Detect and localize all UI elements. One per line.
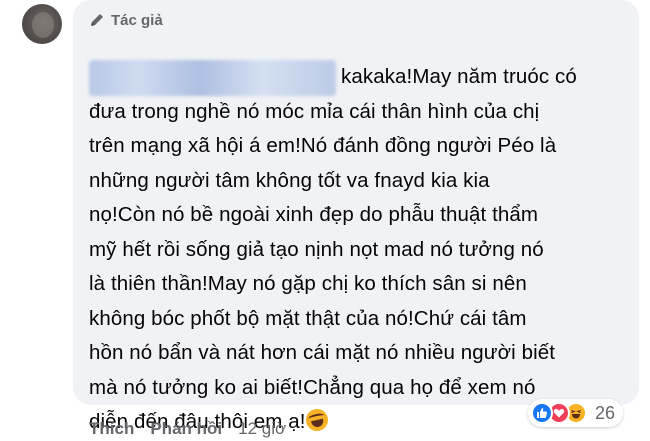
comment-line: mỹ hết rồi sống giả tạo nịnh nọt mad nó … <box>89 237 544 261</box>
comment-line: không bóc phốt bộ mặt thật của nó!Chứ cá… <box>89 306 527 330</box>
commenter-avatar[interactable] <box>22 4 62 44</box>
pen-icon <box>89 12 105 28</box>
comment-line: đưa trong nghề nó móc mỉa cái thân hình … <box>89 99 540 123</box>
author-badge: Tác giả <box>89 9 163 31</box>
comment-line: kakaka!May năm truóc có <box>341 65 577 88</box>
comment-actions: Thích Phản hồi 12 giờ <box>89 417 286 441</box>
reaction-count: 26 <box>595 402 616 423</box>
comment-line: nọ!Còn nó bề ngoài xinh đẹp do phẫu thuậ… <box>89 203 539 226</box>
like-reaction-icon <box>531 402 553 424</box>
comment-screenshot: Tác giả kakaka!May năm truóc có đưa tron… <box>0 0 650 441</box>
reply-button[interactable]: Phản hồi <box>150 419 222 439</box>
laughing-emoji-icon <box>303 406 330 434</box>
comment-line: trên mạng xã hội á em!Nó đánh đồng người… <box>89 134 557 157</box>
reactions-summary[interactable]: 26 <box>528 399 624 427</box>
comment-line: là thiên thần!May nó gặp chị ko thích sâ… <box>89 272 527 295</box>
comment-timestamp[interactable]: 12 giờ <box>238 419 286 439</box>
comment-line: hồn nó bẩn và nát hơn cái mặt nó nhiều n… <box>89 341 556 364</box>
comment-text: kakaka!May năm truóc có đưa trong nghề n… <box>89 60 635 440</box>
author-badge-label: Tác giả <box>111 11 163 29</box>
comment-line: những người tâm không tốt va fnayd kia k… <box>89 168 490 192</box>
like-button[interactable]: Thích <box>89 419 134 439</box>
